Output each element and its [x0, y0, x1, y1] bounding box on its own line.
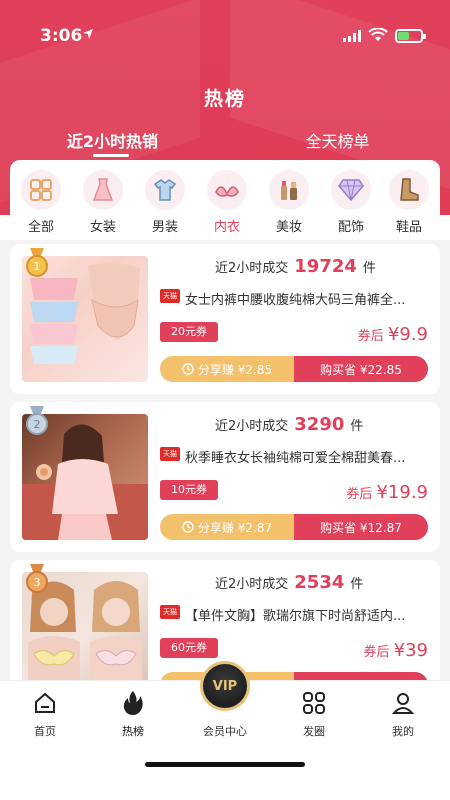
status-bar: 3:06: [0, 0, 450, 48]
buy-save-button[interactable]: 购买省 ¥12.87: [294, 514, 428, 540]
cellular-signal-icon: [343, 30, 361, 42]
category-shoes[interactable]: 鞋品: [382, 170, 436, 235]
makeup-icon: [269, 170, 309, 210]
boot-icon: [389, 170, 429, 210]
coupon-badge: 60元券: [160, 638, 218, 658]
sales-info: 近2小时成交 3290 件: [215, 414, 364, 435]
product-card[interactable]: 1 近2小时成交 19724 件 天猫 女士内裤中腰收腹纯棉大码三角裤全... 20…: [10, 244, 440, 394]
home-indicator: [145, 762, 305, 767]
product-title[interactable]: 秋季睡衣女长袖纯棉可爱全棉甜美春...: [185, 447, 428, 466]
share-earn-button[interactable]: 分享赚 ¥2.87: [160, 514, 294, 540]
grid-icon: [21, 170, 61, 210]
page-title: 热榜: [203, 88, 246, 110]
nav-mine[interactable]: 我的: [367, 689, 439, 739]
coupon-badge: 10元券: [160, 480, 218, 500]
category-bar: 全部 女装 男装 内衣 美妆 配饰 鞋品: [10, 160, 440, 238]
price-after-coupon: 券后 ¥19.9: [346, 482, 428, 503]
svg-text:1: 1: [34, 260, 41, 273]
buy-save-button[interactable]: 购买省 ¥22.85: [294, 356, 428, 382]
nav-label: 我的: [392, 725, 414, 738]
tab-all-day[interactable]: 全天榜单: [225, 128, 450, 152]
sales-count: 2534: [294, 572, 345, 593]
buy-save-button[interactable]: [294, 672, 428, 680]
nav-label: 会员中心: [203, 725, 247, 738]
svg-text:3: 3: [34, 576, 41, 589]
category-makeup[interactable]: 美妆: [262, 170, 316, 235]
product-title[interactable]: 女士内裤中腰收腹纯棉大码三角裤全...: [185, 289, 428, 308]
sales-info: 近2小时成交 19724 件: [215, 256, 376, 277]
flame-icon: [97, 689, 169, 717]
sales-info: 近2小时成交 2534 件: [215, 572, 364, 593]
category-label: 内衣: [213, 220, 240, 235]
category-all[interactable]: 全部: [14, 170, 68, 235]
rank-medal-silver-icon: 2: [26, 406, 48, 435]
sales-count: 19724: [294, 256, 357, 277]
sales-count: 3290: [294, 414, 345, 435]
share-icon: [182, 363, 194, 375]
category-label: 全部: [27, 220, 54, 235]
action-buttons: 分享赚 ¥2.85 购买省 ¥22.85: [160, 356, 428, 382]
nav-label: 发圈: [303, 725, 325, 738]
category-women[interactable]: 女装: [76, 170, 130, 235]
apps-icon: [278, 689, 350, 717]
tab-underline: [93, 154, 129, 157]
nav-label: 首页: [34, 725, 56, 738]
coupon-badge: 20元券: [160, 322, 218, 342]
tmall-badge: 天猫: [160, 447, 180, 461]
home-icon: [9, 689, 81, 717]
nav-home[interactable]: 首页: [9, 689, 81, 739]
product-title[interactable]: 【单件文胸】歌瑞尔旗下时尚舒适内...: [185, 605, 428, 624]
category-label: 配饰: [337, 220, 364, 235]
svg-text:2: 2: [34, 418, 41, 431]
bra-icon: [207, 170, 247, 210]
shirt-icon: [145, 170, 185, 210]
category-men[interactable]: 男装: [138, 170, 192, 235]
rank-medal-bronze-icon: 3: [26, 564, 48, 593]
nav-moments[interactable]: 发圈: [278, 689, 350, 739]
product-card[interactable]: 2 近2小时成交 3290 件 天猫 秋季睡衣女长袖纯棉可爱全棉甜美春... 10元…: [10, 402, 440, 552]
category-label: 女装: [89, 220, 116, 235]
price-after-coupon: 券后 ¥39: [363, 640, 428, 661]
nav-hot[interactable]: 热榜: [97, 689, 169, 739]
tmall-badge: 天猫: [160, 289, 180, 303]
location-arrow-icon: [83, 29, 93, 39]
tab-bar: 近2小时热销 全天榜单: [0, 128, 450, 158]
bottom-nav: 首页 热榜 VIP 会员中心 发圈 我的: [0, 661, 450, 800]
share-earn-button[interactable]: 分享赚 ¥2.85: [160, 356, 294, 382]
tmall-badge: 天猫: [160, 605, 180, 619]
battery-icon: [395, 29, 426, 43]
action-buttons: 分享赚 ¥2.87 购买省 ¥12.87: [160, 514, 428, 540]
nav-member-center[interactable]: 会员中心: [189, 689, 261, 739]
rank-medal-gold-icon: 1: [26, 248, 48, 277]
product-list: 1 近2小时成交 19724 件 天猫 女士内裤中腰收腹纯棉大码三角裤全... 20…: [0, 240, 450, 680]
status-time: 3:06: [40, 26, 83, 46]
price-after-coupon: 券后 ¥9.9: [357, 324, 428, 345]
wifi-icon: [368, 28, 388, 41]
category-underwear[interactable]: 内衣: [200, 170, 254, 235]
dress-icon: [83, 170, 123, 210]
tab-2h-hot[interactable]: 近2小时热销: [0, 128, 225, 152]
category-label: 美妆: [275, 220, 302, 235]
category-accessories[interactable]: 配饰: [324, 170, 378, 235]
nav-label: 热榜: [122, 725, 144, 738]
share-icon: [182, 521, 194, 533]
user-icon: [367, 689, 439, 717]
category-label: 男装: [151, 220, 178, 235]
category-label: 鞋品: [395, 220, 422, 235]
diamond-icon: [331, 170, 371, 210]
